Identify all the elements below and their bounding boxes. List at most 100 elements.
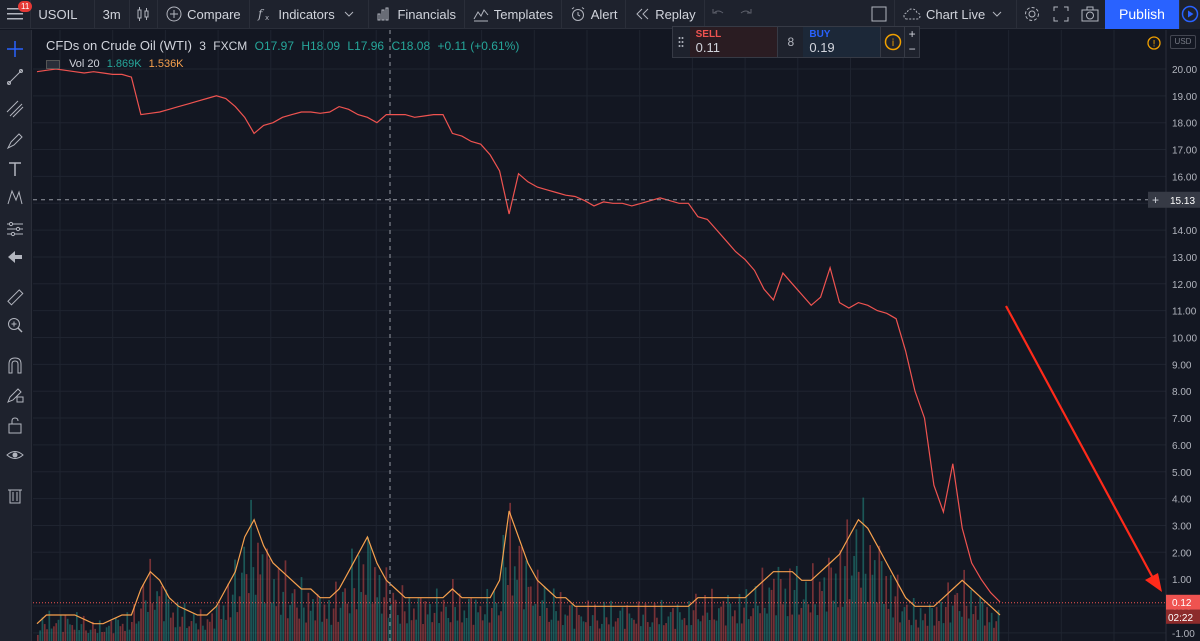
volume-bar — [325, 618, 328, 641]
settings-button[interactable] — [1017, 0, 1047, 29]
drawing-mode-tool[interactable] — [4, 384, 26, 406]
notification-badge: 11 — [18, 0, 33, 12]
trend-line-tool[interactable] — [4, 66, 26, 88]
text-tool[interactable] — [4, 158, 26, 180]
volume-bar — [321, 621, 324, 641]
visibility-tool[interactable] — [4, 444, 26, 466]
volume-bar — [413, 608, 415, 641]
volume-bar — [80, 624, 83, 641]
volume-bar — [738, 594, 741, 641]
volume-bar — [889, 575, 892, 641]
play-button[interactable] — [1178, 0, 1200, 29]
layout-button[interactable] — [864, 0, 894, 29]
volume-bar — [681, 619, 683, 641]
volume-bar — [903, 607, 906, 641]
alert-button[interactable]: Alert — [562, 0, 626, 29]
volume-bar — [676, 604, 679, 641]
volume-bar — [846, 519, 849, 641]
volume-bar — [495, 602, 498, 641]
warning-icon[interactable]: ! — [1147, 36, 1161, 50]
volume-bar — [337, 621, 340, 641]
volume-bar — [864, 573, 867, 641]
sell-price: 0.11 — [695, 40, 720, 55]
magnet-tool[interactable] — [4, 354, 26, 376]
interval-button[interactable]: 3m — [95, 0, 129, 29]
volume-bar — [429, 604, 431, 641]
legend-interval: 3 — [199, 39, 206, 53]
measure-tool[interactable] — [4, 286, 26, 308]
redo-button[interactable] — [732, 0, 760, 29]
pattern-tool[interactable] — [4, 186, 26, 208]
price-tick-label: 8.00 — [1172, 387, 1192, 398]
price-tick-label: 11.00 — [1172, 307, 1197, 318]
drag-handle[interactable] — [673, 27, 690, 57]
snapshot-button[interactable] — [1075, 0, 1105, 29]
fullscreen-icon — [1053, 6, 1069, 22]
symbol-search-button[interactable]: USOIL — [30, 0, 93, 29]
volume-bar — [229, 617, 232, 641]
back-arrow-tool[interactable] — [4, 246, 26, 268]
crosshair-tool[interactable] — [4, 38, 26, 60]
volume-bar — [504, 567, 507, 641]
volume-bar — [722, 600, 725, 641]
legend-open: O17.97 — [254, 39, 294, 53]
volume-bar — [555, 611, 557, 641]
indicators-button[interactable]: fx Indicators — [249, 0, 367, 29]
compare-button[interactable]: Compare — [158, 0, 248, 29]
legend-low: L17.96 — [347, 39, 385, 53]
bar-chart-icon — [377, 7, 389, 21]
price-chart[interactable]: 20.0019.0018.0017.0016.0015.0014.0013.00… — [0, 0, 1200, 641]
plus-button[interactable]: + — [905, 27, 919, 42]
fullscreen-button[interactable] — [1047, 0, 1075, 29]
replay-button[interactable]: Replay — [626, 0, 703, 29]
volume-bar — [926, 625, 929, 641]
volume-bar — [876, 602, 878, 641]
volume-bar — [568, 605, 571, 641]
volume-bar — [924, 613, 927, 641]
volume-bar — [419, 597, 422, 641]
volume-bar — [147, 611, 149, 641]
volume-bar — [266, 548, 268, 641]
chart-style-button[interactable] — [129, 0, 157, 29]
volume-bar — [878, 545, 881, 641]
zoom-tool[interactable] — [4, 314, 26, 336]
volume-bar — [195, 623, 197, 641]
symbol-legend[interactable]: CFDs on Crude Oil (WTI) 3 FXCM O17.97 H1… — [46, 38, 519, 53]
unlock-icon — [8, 417, 22, 434]
volume-bar — [339, 607, 342, 641]
volume-bar — [931, 607, 933, 641]
menu-button[interactable]: 11 — [0, 0, 33, 29]
volume-legend[interactable]: Vol 20 1.869K 1.536K — [46, 58, 184, 70]
zoom-in-icon — [8, 318, 23, 333]
volume-collapse-icon[interactable] — [46, 59, 60, 69]
lock-tool[interactable] — [4, 414, 26, 436]
volume-bars — [37, 497, 1000, 641]
info-button[interactable]: i — [880, 27, 904, 57]
pattern-icon — [7, 189, 23, 205]
volume-bar — [720, 606, 722, 641]
publish-button[interactable]: Publish — [1105, 0, 1179, 29]
volume-bar — [433, 612, 436, 641]
volume-bar — [126, 612, 129, 641]
price-tick-label: 10.00 — [1172, 334, 1197, 345]
volume-bar — [314, 620, 317, 641]
currency-tag[interactable]: USD — [1170, 35, 1196, 49]
financials-button[interactable]: Financials — [368, 0, 464, 29]
sell-button[interactable]: SELL 0.11 — [689, 27, 779, 57]
pitchfork-tool[interactable] — [4, 98, 26, 120]
volume-bar — [520, 546, 523, 641]
buy-button[interactable]: BUY 0.19 — [803, 27, 881, 57]
minus-button[interactable]: − — [905, 42, 919, 57]
volume-bar — [825, 611, 828, 641]
crosshair — [33, 30, 1166, 641]
prediction-tool[interactable] — [4, 218, 26, 240]
volume-bar — [300, 577, 303, 641]
volume-bar — [922, 620, 924, 641]
chart-name-button[interactable]: Chart Live — [895, 0, 1016, 29]
volume-bar — [119, 626, 122, 641]
templates-button[interactable]: Templates — [465, 0, 561, 29]
undo-button[interactable] — [704, 0, 732, 29]
remove-drawings-tool[interactable] — [4, 484, 26, 506]
brush-tool[interactable] — [4, 130, 26, 152]
volume-bar — [479, 606, 482, 641]
